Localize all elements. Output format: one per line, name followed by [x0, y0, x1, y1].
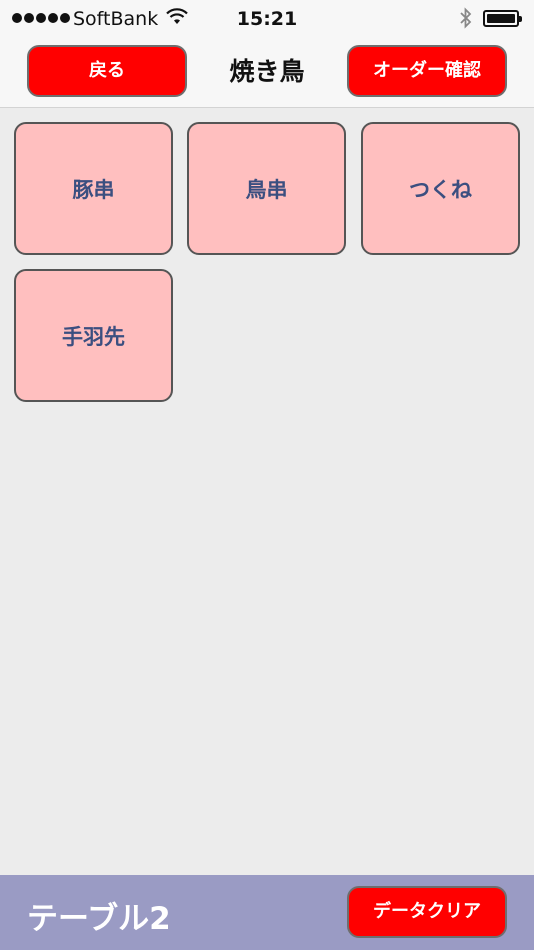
menu-item-tebasaki[interactable]: 手羽先 — [14, 269, 173, 402]
table-label: テーブル2 — [27, 901, 171, 937]
status-time: 15:21 — [236, 8, 298, 30]
back-button[interactable]: 戻る — [27, 45, 187, 97]
navigation-bar: 戻る 焼き鳥 オーダー確認 — [0, 38, 534, 108]
menu-item-torikushi[interactable]: 鳥串 — [187, 122, 346, 255]
menu-item-tsukune[interactable]: つくね — [361, 122, 520, 255]
data-clear-button[interactable]: データクリア — [347, 886, 507, 938]
bottom-bar: テーブル2 データクリア — [0, 875, 534, 950]
bluetooth-icon — [458, 6, 474, 35]
app-screen: SoftBank 15:21 戻る 焼き鳥 オーダー確認 豚串 鳥串 つくね 手… — [0, 0, 534, 950]
menu-item-butakushi[interactable]: 豚串 — [14, 122, 173, 255]
battery-icon — [483, 10, 522, 27]
order-confirm-button[interactable]: オーダー確認 — [347, 45, 507, 97]
status-bar: SoftBank 15:21 — [0, 0, 534, 38]
page-title: 焼き鳥 — [229, 57, 305, 86]
